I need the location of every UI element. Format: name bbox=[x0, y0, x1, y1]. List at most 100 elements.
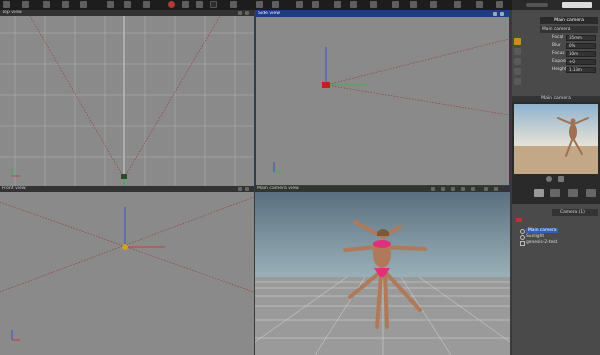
main-toolbar bbox=[0, 0, 512, 10]
toolbar-tool-icon[interactable] bbox=[230, 1, 237, 8]
toolbar-tool-icon[interactable] bbox=[430, 1, 437, 8]
maximize-icon[interactable] bbox=[500, 12, 504, 16]
add-icon[interactable] bbox=[550, 189, 560, 197]
toolbar-tool-icon[interactable] bbox=[107, 1, 114, 8]
move-tool-icon[interactable] bbox=[514, 58, 521, 65]
camera-dropdown[interactable]: Camera (1) bbox=[552, 209, 598, 216]
toolbar-tool-icon[interactable] bbox=[350, 1, 357, 8]
toolbar-tool-icon[interactable] bbox=[410, 1, 417, 8]
tree-item-sunlight[interactable]: Sunlight bbox=[526, 234, 544, 239]
viewport-front[interactable]: Front view bbox=[0, 186, 254, 355]
zoom-icon[interactable] bbox=[493, 12, 497, 16]
prop-label: Focal bbox=[552, 35, 564, 40]
tree-view-icon[interactable] bbox=[534, 189, 544, 197]
light-node-icon bbox=[520, 235, 525, 240]
toolbar-tool-icon[interactable] bbox=[272, 1, 279, 8]
toolbar-tool-icon[interactable] bbox=[62, 1, 69, 8]
zoom-icon[interactable] bbox=[484, 187, 488, 191]
maximize-icon[interactable] bbox=[245, 11, 249, 15]
prop-value-field[interactable]: 0% bbox=[566, 43, 596, 49]
camera-dropdown-value: Camera (1) bbox=[560, 210, 585, 215]
render-icon[interactable] bbox=[431, 187, 435, 191]
preview-title-bar: Main camera bbox=[512, 96, 600, 102]
toolbar-tool-icon[interactable] bbox=[334, 1, 341, 8]
prop-blur: Blur 0% bbox=[552, 43, 598, 49]
toolbar-tool-icon[interactable] bbox=[196, 1, 203, 8]
settings-icon[interactable] bbox=[514, 78, 521, 85]
tree-item-main-camera[interactable]: Main camera bbox=[526, 228, 559, 233]
properties-tab[interactable]: Main camera bbox=[540, 17, 598, 24]
viewport-title-label: Side view bbox=[258, 11, 280, 16]
properties-panel: Main camera Main camera Focal 35mm Blur … bbox=[512, 10, 600, 96]
record-icon[interactable] bbox=[168, 1, 175, 8]
zoom-icon[interactable] bbox=[238, 187, 242, 191]
camera-select-value: Main camera bbox=[542, 27, 571, 32]
preview-panel: Main camera bbox=[512, 96, 600, 184]
toolbar-tool-icon[interactable] bbox=[312, 1, 319, 8]
prop-focus: Focus 10m bbox=[552, 51, 598, 57]
toolbar-tool-icon[interactable] bbox=[182, 1, 189, 8]
grid-canvas bbox=[0, 16, 254, 186]
toolbar-tool-icon[interactable] bbox=[210, 1, 217, 8]
scroll-handle[interactable] bbox=[526, 3, 548, 7]
toolbar-tool-icon[interactable] bbox=[454, 1, 461, 8]
preview-render-icon[interactable] bbox=[558, 176, 564, 182]
toolbar-tool-icon[interactable] bbox=[43, 1, 50, 8]
prop-exposure: Exposure +0 bbox=[552, 59, 598, 65]
render-canvas bbox=[255, 192, 510, 355]
prop-height: Height 1.13m bbox=[552, 67, 598, 73]
prop-label: Height bbox=[552, 67, 567, 72]
tree-item-genesis[interactable]: genesis-2-test bbox=[526, 240, 557, 245]
maximize-icon[interactable] bbox=[494, 187, 498, 191]
toolbar-tool-icon[interactable] bbox=[296, 1, 303, 8]
prop-focal: Focal 35mm bbox=[552, 35, 598, 41]
prop-label: Blur bbox=[552, 43, 561, 48]
toolbar-tool-icon[interactable] bbox=[143, 1, 150, 8]
toolbar-tool-icon[interactable] bbox=[80, 1, 87, 8]
camera-tool-icon[interactable] bbox=[514, 38, 521, 45]
viewport-top[interactable]: Top view bbox=[0, 10, 254, 186]
camera-icon bbox=[121, 174, 127, 179]
toolbar-tool-icon[interactable] bbox=[496, 1, 503, 8]
search-field[interactable] bbox=[562, 2, 592, 8]
camera-icon bbox=[122, 244, 128, 250]
prop-value-field[interactable]: 10m bbox=[566, 51, 596, 57]
scene-toolbar bbox=[512, 184, 600, 204]
grid-icon[interactable] bbox=[461, 187, 465, 191]
zoom-icon[interactable] bbox=[238, 11, 242, 15]
preview-refresh-icon[interactable] bbox=[546, 176, 552, 182]
shading-icon[interactable] bbox=[471, 187, 475, 191]
rotate-tool-icon[interactable] bbox=[514, 68, 521, 75]
grid-canvas bbox=[273, 38, 509, 173]
camera-select[interactable]: Main camera bbox=[540, 26, 598, 33]
toolbar-tool-icon[interactable] bbox=[3, 1, 10, 8]
viewport-title-label: Main camera view bbox=[257, 186, 299, 191]
toolbar-tool-icon[interactable] bbox=[22, 1, 29, 8]
prop-value-field[interactable]: 35mm bbox=[566, 35, 596, 41]
scene-root-icon bbox=[516, 218, 522, 222]
viewport-side[interactable]: Side view bbox=[255, 10, 510, 186]
toolbar-tool-icon[interactable] bbox=[392, 1, 399, 8]
preview-image bbox=[514, 104, 598, 174]
toolbar-tool-icon[interactable] bbox=[370, 1, 377, 8]
delete-icon[interactable] bbox=[568, 189, 578, 197]
toolbar-tool-icon[interactable] bbox=[476, 1, 483, 8]
camera-icon[interactable] bbox=[451, 187, 455, 191]
viewport-main-camera[interactable]: Main camera view bbox=[255, 186, 510, 355]
toolbar-tool-icon[interactable] bbox=[124, 1, 131, 8]
toolbar-tool-icon[interactable] bbox=[256, 1, 263, 8]
maximize-icon[interactable] bbox=[245, 187, 249, 191]
options-icon[interactable] bbox=[586, 189, 596, 197]
camera-node-icon bbox=[520, 229, 525, 234]
figure-node-icon bbox=[520, 241, 525, 246]
grid-canvas bbox=[0, 196, 254, 341]
light-icon[interactable] bbox=[441, 187, 445, 191]
prop-value-field[interactable]: +0 bbox=[566, 59, 596, 65]
viewport-title-label: Top view bbox=[2, 10, 22, 15]
prop-value-field[interactable]: 1.13m bbox=[566, 67, 596, 73]
preview-title: Main camera bbox=[541, 96, 571, 101]
light-tool-icon[interactable] bbox=[514, 48, 521, 55]
scene-panel: Camera (1) Main camera Sunlight genesis-… bbox=[512, 184, 600, 355]
prop-label: Focus bbox=[552, 51, 565, 56]
viewport-title-label: Front view bbox=[2, 186, 26, 191]
